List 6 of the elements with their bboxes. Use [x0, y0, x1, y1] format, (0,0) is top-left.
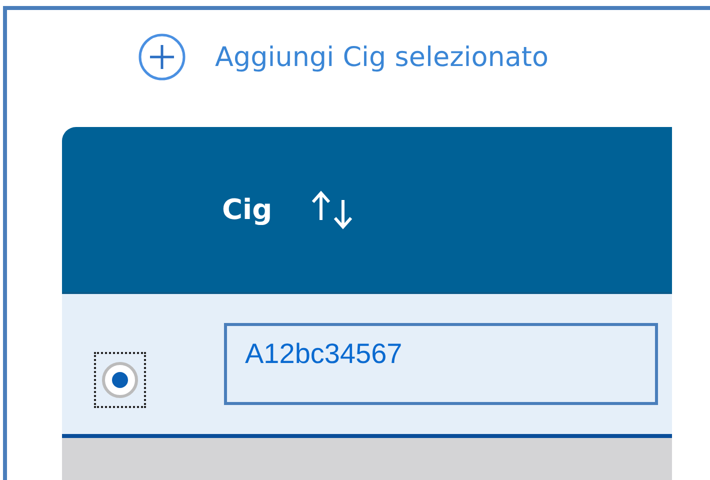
input-field[interactable]: A12bc34567: [224, 323, 658, 405]
add-icon: [137, 32, 187, 82]
table-row[interactable]: A12bc34567: [62, 294, 672, 438]
radio-button[interactable]: [94, 352, 146, 408]
add-link[interactable]: Aggiungi Cig selezionato: [137, 32, 549, 82]
column-header[interactable]: Cig: [222, 193, 272, 226]
